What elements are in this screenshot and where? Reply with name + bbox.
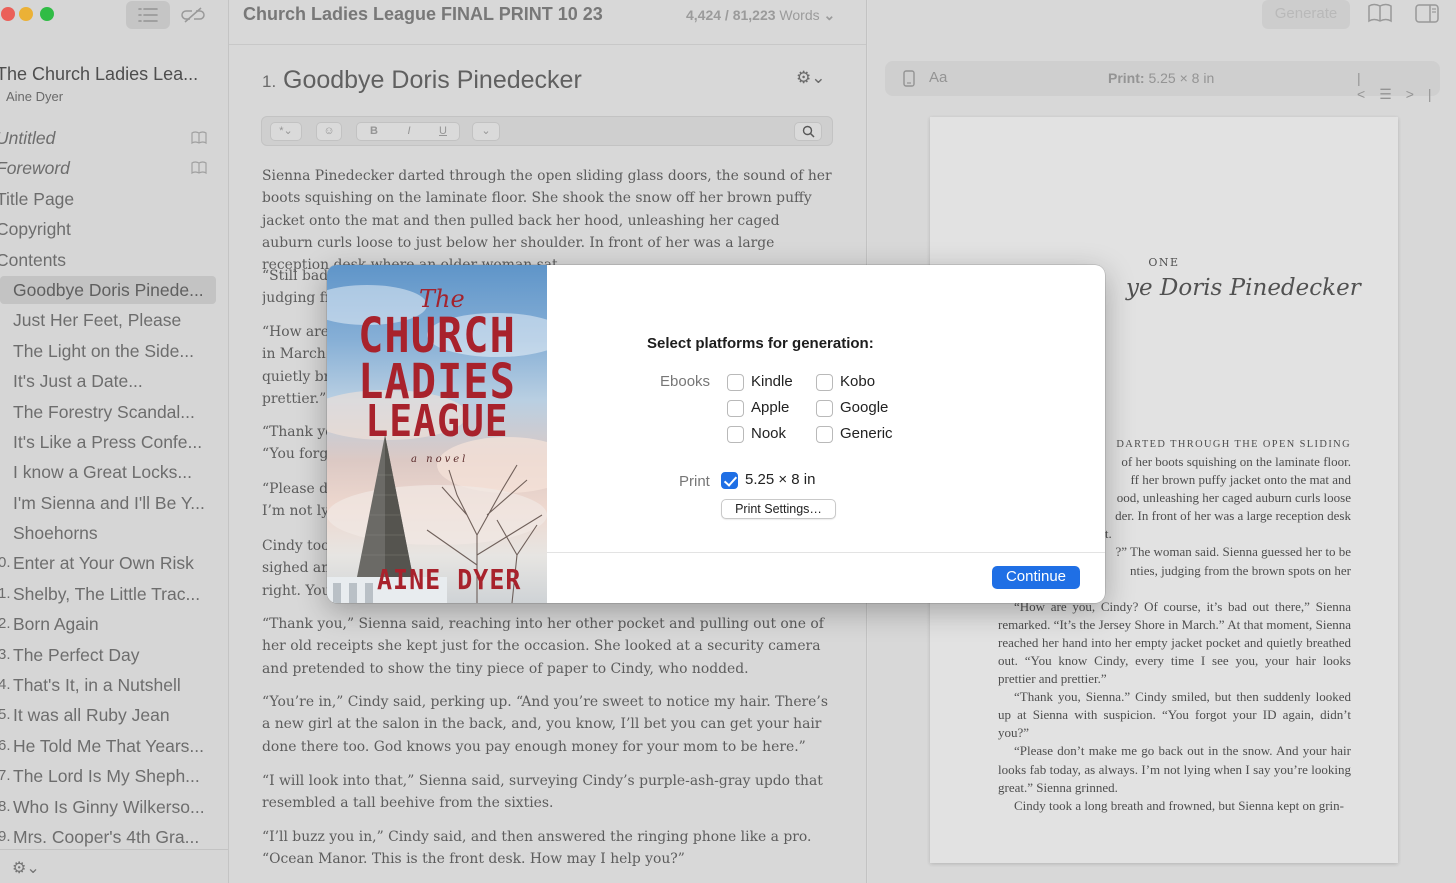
print-settings-button[interactable]: Print Settings…	[721, 499, 836, 519]
continue-button[interactable]: Continue	[992, 566, 1080, 589]
cover-author: AINE DYER	[377, 563, 522, 596]
checkbox-label: Generic	[840, 425, 893, 442]
checkbox-label: Kindle	[751, 373, 793, 390]
dialog-heading: Select platforms for generation:	[647, 335, 874, 352]
cover-title-line: LEAGUE	[365, 395, 509, 447]
checkbox-label: 5.25 × 8 in	[745, 471, 816, 488]
checkbox-label: Nook	[751, 425, 787, 442]
generate-dialog: The CHURCH LADIES LEAGUE a novel AINE DY…	[327, 265, 1105, 603]
checkbox-box[interactable]	[727, 426, 744, 443]
checkbox-box[interactable]	[727, 374, 744, 391]
checkbox-box[interactable]	[816, 400, 833, 417]
checkbox-label: Apple	[751, 399, 790, 416]
checkbox-label: Google	[840, 399, 889, 416]
book-cover-image: The CHURCH LADIES LEAGUE a novel AINE DY…	[327, 265, 547, 603]
ebooks-group-label: Ebooks	[660, 373, 711, 390]
print-group-label: Print	[679, 473, 710, 490]
divider	[547, 552, 1105, 553]
checkbox-box[interactable]	[816, 426, 833, 443]
checkbox-label: Kobo	[840, 373, 876, 390]
checkbox-box[interactable]	[727, 400, 744, 417]
checkbox-box[interactable]	[816, 374, 833, 391]
checkbox-box[interactable]	[721, 472, 738, 489]
cover-subtitle: a novel	[411, 454, 469, 465]
